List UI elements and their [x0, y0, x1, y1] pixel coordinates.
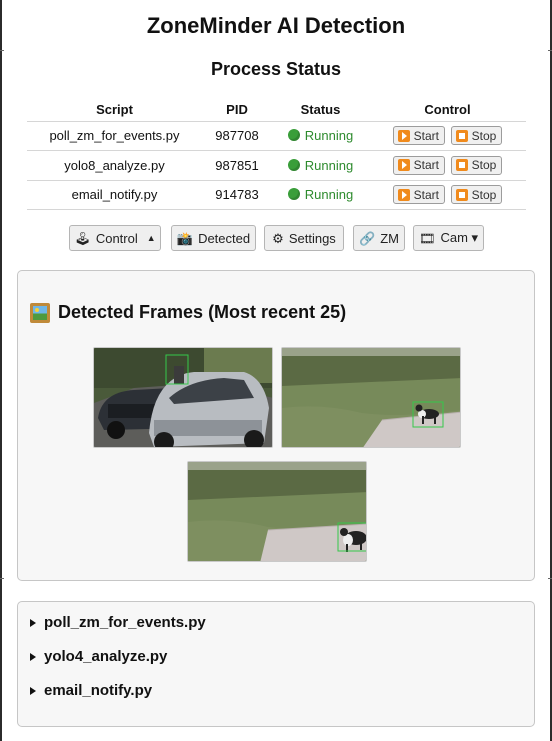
stop-label: Stop [471, 158, 497, 173]
edge-tick [0, 578, 4, 579]
running-dot-icon [287, 158, 300, 171]
process-table: Script PID Status Control poll_zm_for_ev… [27, 99, 526, 210]
start-label: Start [413, 128, 440, 143]
disclosure-triangle-icon [30, 652, 36, 661]
status-cell: Running [272, 180, 369, 210]
play-icon [397, 129, 410, 142]
table-row: yolo8_analyze.py 987851 Running Start St… [27, 150, 526, 181]
status-text: Running [304, 187, 354, 203]
stop-button[interactable]: Stop [450, 185, 503, 205]
control-cell: Start Stop [369, 121, 526, 151]
control-cell: Start Stop [369, 150, 526, 181]
edge-tick [548, 50, 552, 51]
log-expander[interactable]: email_notify.py [30, 682, 152, 699]
detected-frames-title-text: Detected Frames (Most recent 25) [58, 302, 347, 322]
stop-icon [455, 188, 468, 201]
running-dot-icon [287, 129, 300, 142]
process-status-heading: Process Status [210, 59, 342, 79]
zm-link-button[interactable]: 🔗 ZM [353, 225, 405, 251]
cam-label: Cam ▾ [440, 230, 479, 245]
detected-frame-thumbnail[interactable] [187, 461, 367, 562]
control-label: Control [95, 230, 138, 246]
pid-value: 987851 [202, 150, 272, 181]
caret-up-icon: ▲ [146, 233, 156, 243]
status-text: Running [304, 157, 354, 173]
status-cell: Running [272, 121, 369, 151]
framed-picture-icon [30, 302, 50, 323]
script-logs-panel: poll_zm_for_events.py yolo4_analyze.py e… [17, 601, 535, 727]
zm-label: ZM [380, 230, 399, 246]
table-header-row: Script PID Status Control [27, 99, 526, 122]
start-button[interactable]: Start [392, 155, 446, 175]
disclosure-triangle-icon [30, 686, 36, 695]
disclosure-triangle-icon [30, 618, 36, 627]
stop-label: Stop [471, 187, 497, 202]
pid-value: 987708 [202, 121, 272, 151]
play-icon [397, 188, 410, 201]
log-expander[interactable]: poll_zm_for_events.py [30, 614, 206, 631]
column-header-script: Script [27, 99, 202, 122]
driveway-frame-image [94, 348, 272, 447]
status-cell: Running [272, 150, 369, 181]
control-menu-button[interactable]: 🕹 Control ▲ [69, 225, 161, 251]
joystick-icon: 🕹 [74, 230, 91, 246]
running-dot-icon [287, 188, 300, 201]
detected-button[interactable]: 📸 Detected [171, 225, 256, 251]
yard-dog-frame-image [282, 348, 460, 447]
detected-label: Detected [198, 230, 251, 246]
edge-tick [0, 50, 4, 51]
page-title: ZoneMinder AI Detection [146, 13, 406, 38]
detected-frames-panel: Detected Frames (Most recent 25) [17, 270, 535, 581]
detected-frame-thumbnail[interactable] [93, 347, 273, 448]
yard-dog-frame-image [188, 462, 366, 561]
log-expander-label: email_notify.py [44, 682, 153, 699]
start-button[interactable]: Start [392, 185, 446, 205]
film-icon: 🎞 [418, 230, 436, 246]
settings-button[interactable]: ⚙ Settings [264, 225, 344, 251]
start-label: Start [413, 158, 440, 173]
table-row: email_notify.py 914783 Running Start Sto… [27, 180, 526, 210]
edge-tick [548, 578, 552, 579]
cam-dropdown-button[interactable]: 🎞 Cam ▾ [413, 225, 484, 251]
column-header-control: Control [369, 99, 526, 122]
camera-flash-icon: 📸 [176, 230, 194, 246]
start-button[interactable]: Start [392, 126, 446, 146]
settings-label: Settings [288, 230, 336, 246]
stop-button[interactable]: Stop [450, 155, 503, 175]
table-row: poll_zm_for_events.py 987708 Running Sta… [27, 121, 526, 151]
log-expander-label: poll_zm_for_events.py [44, 614, 206, 631]
window-edge-left [0, 0, 2, 741]
log-expander-label: yolo4_analyze.py [44, 648, 168, 665]
script-name: yolo8_analyze.py [27, 150, 202, 181]
log-expander[interactable]: yolo4_analyze.py [30, 648, 167, 665]
stop-icon [455, 129, 468, 142]
script-name: poll_zm_for_events.py [27, 121, 202, 151]
column-header-pid: PID [202, 99, 272, 122]
status-text: Running [304, 128, 354, 144]
link-icon: 🔗 [359, 230, 376, 246]
column-header-status: Status [272, 99, 369, 122]
stop-icon [455, 159, 468, 172]
pid-value: 914783 [202, 180, 272, 210]
stop-button[interactable]: Stop [450, 126, 503, 146]
gear-icon: ⚙ [272, 230, 284, 246]
start-label: Start [413, 187, 440, 202]
detected-frame-thumbnail[interactable] [281, 347, 461, 448]
play-icon [397, 159, 410, 172]
script-name: email_notify.py [27, 180, 202, 210]
detected-frames-title: Detected Frames (Most recent 25) [30, 302, 346, 323]
stop-label: Stop [471, 128, 497, 143]
nav-button-bar: 🕹 Control ▲ 📸 Detected ⚙ Settings 🔗 ZM 🎞… [0, 225, 552, 251]
control-cell: Start Stop [369, 180, 526, 210]
